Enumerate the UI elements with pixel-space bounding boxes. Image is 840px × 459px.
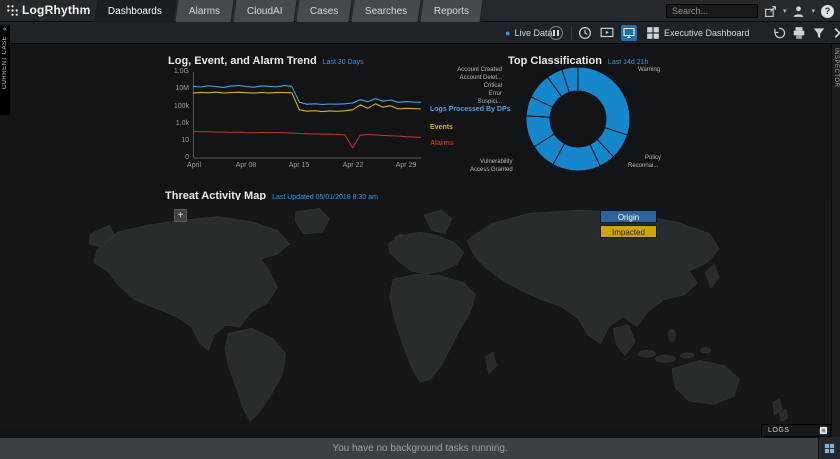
clock-icon[interactable] [578,26,592,40]
world-map [0,200,840,428]
trend-chart-title-row: Log, Event, and Alarm Trend Last 30 Days [168,51,364,69]
pie-label: Error [440,91,502,97]
map-zoom-in-button[interactable]: + [174,209,187,222]
dashboard-name-label: Executive Dashboard [664,28,750,38]
dashboard-toolbar: ● Live Data [0,22,840,44]
print-icon[interactable] [792,26,806,40]
pie-label: Warning [638,67,660,73]
map-legend-impacted-button[interactable]: Impacted [600,225,657,238]
tab-cases[interactable]: Cases [296,0,352,22]
undo-icon[interactable] [772,26,786,40]
dashboard-grid-icon [646,26,660,40]
nav-right-cluster: ▾ ▾ ? [666,0,834,22]
time-range-control [578,22,592,44]
y-axis-tick: 100k [165,103,189,110]
pause-control [549,22,563,44]
grid-view-icon[interactable] [621,25,637,41]
current-case-label: CURRENT CASE [2,36,8,89]
tab-cloudai[interactable]: CloudAI [234,0,298,22]
slideshow-control [600,22,614,44]
view-mode-control [621,22,637,44]
slideshow-icon[interactable] [600,26,614,40]
tab-alarms[interactable]: Alarms [175,0,234,22]
search-input[interactable] [666,4,758,18]
live-data-dot-icon: ● [505,28,510,38]
logrhythm-logo: LogRhythm [6,3,90,17]
logs-panel-toggle[interactable]: LOGS [761,424,831,437]
logs-panel-icon [819,426,828,435]
top-nav-bar: LogRhythm Dashboards Alarms CloudAI Case… [0,0,840,22]
collapse-chevron-icon: « [0,25,10,34]
live-data-label: Live Data [514,28,552,38]
trend-plot-svg [193,70,423,160]
inspector-label: INSPECTOR [833,48,839,87]
pie-label: Account Delet... [440,75,502,81]
inspector-rail[interactable]: INSPECTOR [831,44,840,437]
pie-label: Access Granted [470,167,513,173]
logrhythm-logo-icon [6,4,19,17]
toolbar-divider [571,26,572,40]
tab-searches[interactable]: Searches [351,0,421,22]
x-axis-tick: Apr 22 [337,162,369,169]
logs-label: LOGS [768,427,789,434]
logo-text: LogRhythm [22,3,90,17]
trend-chart-title: Log, Event, and Alarm Trend [168,55,317,67]
y-axis-tick: 10 [165,137,189,144]
threat-activity-map[interactable]: + Origin Impacted [0,200,840,428]
y-axis-tick: 1.0k [165,120,189,127]
tab-dashboards[interactable]: Dashboards [94,0,176,22]
x-axis-tick: Apr 08 [230,162,262,169]
pie-label: Reconnai... [628,163,658,169]
tab-reports[interactable]: Reports [421,0,484,22]
live-data-indicator: ● Live Data [505,22,552,44]
pie-label: Account Created [440,67,502,73]
chevron-right-icon[interactable] [830,26,840,40]
tasks-grid-icon [824,443,835,454]
filter-control [812,22,826,44]
main-nav-tabs: Dashboards Alarms CloudAI Cases Searches… [96,0,484,22]
classification-chart-panel: Top ClassificationLast 14d 21h Warning P… [440,48,685,188]
map-legend-origin-button[interactable]: Origin [600,210,657,223]
dashboard-selector[interactable]: Executive Dashboard [646,22,750,44]
y-axis-tick: 1.0G [165,68,189,75]
print-control [792,22,806,44]
logrhythm-window: LogRhythm Dashboards Alarms CloudAI Case… [0,0,840,459]
pie-label: Vulnerability [480,159,512,165]
filter-icon[interactable] [812,26,826,40]
user-icon[interactable] [792,5,805,18]
x-axis-tick: April [187,162,217,169]
help-icon[interactable]: ? [821,5,834,18]
status-bar: You have no background tasks running. [0,437,840,459]
y-axis-tick: 10M [165,85,189,92]
classification-donut[interactable] [520,61,636,177]
pie-label: Critical [440,83,502,89]
task-manager-toggle[interactable] [818,437,840,459]
current-case-tab[interactable]: « CURRENT CASE [0,25,10,115]
undo-control [772,22,786,44]
y-axis-tick: 0 [165,154,189,161]
trend-chart-subtitle: Last 30 Days [323,59,364,66]
x-axis-tick: Apr 15 [283,162,315,169]
pause-icon[interactable] [549,26,563,40]
user-caret-icon[interactable]: ▾ [811,7,815,15]
pie-label: Suspici... [440,99,502,105]
x-axis-tick: Apr 29 [390,162,422,169]
share-caret-icon[interactable]: ▾ [783,7,787,15]
inspector-toggle [830,22,840,44]
share-icon[interactable] [764,5,777,18]
pie-label: Policy [645,155,661,161]
status-message: You have no background tasks running. [332,443,507,454]
trend-plot-area[interactable] [193,70,423,160]
